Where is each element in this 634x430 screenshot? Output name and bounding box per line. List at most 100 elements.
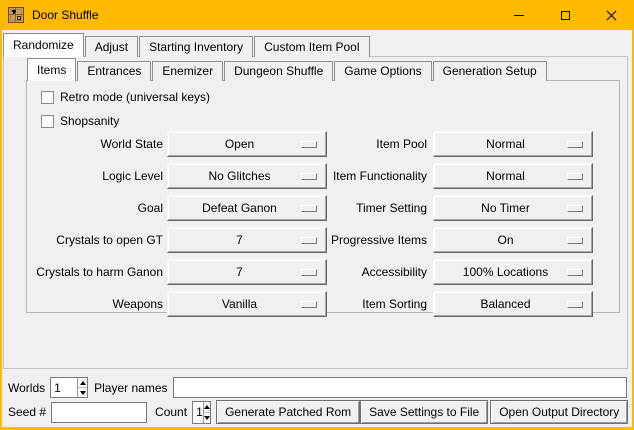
seed-row: Seed # Count Generate Patched Rom Save S…: [8, 400, 627, 424]
tab-starting-inventory[interactable]: Starting Inventory: [139, 36, 253, 57]
accessibility-label: Accessibility: [319, 265, 427, 279]
progressive-items-value: On: [434, 233, 567, 247]
dropdown-indicator-icon: [567, 141, 583, 148]
down-arrow-icon[interactable]: [204, 413, 210, 423]
seed-input[interactable]: [51, 402, 147, 423]
save-settings-button[interactable]: Save Settings to File: [360, 400, 488, 424]
tab-randomize[interactable]: Randomize: [3, 33, 84, 57]
retro-mode-label: Retro mode (universal keys): [60, 90, 210, 104]
up-arrow-icon[interactable]: [78, 378, 87, 388]
dropdown-indicator-icon: [301, 205, 317, 212]
world-state-label: World State: [31, 137, 163, 151]
app-icon: [8, 7, 24, 23]
world-state-row: World State Open: [31, 131, 327, 157]
up-arrow-icon[interactable]: [204, 402, 210, 413]
window-controls: [496, 0, 634, 30]
logic-level-dropdown[interactable]: No Glitches: [167, 163, 327, 189]
subtab-enemizer[interactable]: Enemizer: [152, 61, 223, 81]
item-pool-dropdown[interactable]: Normal: [433, 131, 593, 157]
progressive-items-label: Progressive Items: [319, 233, 427, 247]
subtab-generation-setup[interactable]: Generation Setup: [433, 61, 547, 81]
item-sorting-dropdown[interactable]: Balanced: [433, 291, 593, 317]
item-functionality-dropdown[interactable]: Normal: [433, 163, 593, 189]
goal-label: Goal: [31, 201, 163, 215]
subtab-items[interactable]: Items: [27, 58, 76, 81]
dropdown-indicator-icon: [567, 173, 583, 180]
tab-adjust[interactable]: Adjust: [85, 36, 138, 57]
item-pool-label: Item Pool: [319, 137, 427, 151]
accessibility-value: 100% Locations: [434, 265, 567, 279]
main-tab-bar: Randomize Adjust Starting Inventory Cust…: [3, 33, 371, 57]
crystals-ganon-value: 7: [168, 265, 301, 279]
worlds-label: Worlds: [8, 381, 45, 395]
close-icon: [605, 9, 618, 22]
item-sorting-label: Item Sorting: [319, 297, 427, 311]
accessibility-dropdown[interactable]: 100% Locations: [433, 259, 593, 285]
crystals-gt-row: Crystals to open GT 7: [31, 227, 327, 253]
goal-dropdown[interactable]: Defeat Ganon: [167, 195, 327, 221]
weapons-row: Weapons Vanilla: [31, 291, 327, 317]
right-options-column: Item Pool Normal Item Functionality Norm…: [319, 131, 593, 323]
item-functionality-value: Normal: [434, 169, 567, 183]
minimize-icon: [514, 15, 524, 16]
item-sorting-row: Item Sorting Balanced: [319, 291, 593, 317]
dropdown-indicator-icon: [567, 269, 583, 276]
shopsanity-checkbox[interactable]: [41, 115, 54, 128]
crystals-gt-label: Crystals to open GT: [31, 233, 163, 247]
logic-level-value: No Glitches: [168, 169, 301, 183]
weapons-label: Weapons: [31, 297, 163, 311]
subtab-entrances[interactable]: Entrances: [77, 61, 151, 81]
retro-mode-checkbox[interactable]: [41, 91, 54, 104]
dropdown-indicator-icon: [301, 141, 317, 148]
tab-custom-item-pool[interactable]: Custom Item Pool: [254, 36, 369, 57]
window-title: Door Shuffle: [32, 8, 99, 22]
crystals-gt-dropdown[interactable]: 7: [167, 227, 327, 253]
player-names-label: Player names: [94, 381, 167, 395]
shopsanity-label: Shopsanity: [60, 114, 119, 128]
maximize-button[interactable]: [542, 0, 588, 30]
world-state-value: Open: [168, 137, 301, 151]
progressive-items-dropdown[interactable]: On: [433, 227, 593, 253]
title-bar[interactable]: Door Shuffle: [0, 0, 634, 30]
crystals-ganon-dropdown[interactable]: 7: [167, 259, 327, 285]
close-button[interactable]: [588, 0, 634, 30]
retro-mode-row: Retro mode (universal keys): [41, 89, 210, 105]
count-label: Count: [155, 405, 187, 419]
subtab-dungeon-shuffle[interactable]: Dungeon Shuffle: [224, 61, 333, 81]
count-spinner[interactable]: [192, 401, 211, 424]
items-tab-pane: Retro mode (universal keys) Shopsanity W…: [26, 80, 620, 313]
seed-label: Seed #: [8, 405, 46, 419]
dropdown-indicator-icon: [301, 173, 317, 180]
count-input[interactable]: [193, 402, 203, 423]
logic-level-row: Logic Level No Glitches: [31, 163, 327, 189]
minimize-button[interactable]: [496, 0, 542, 30]
weapons-dropdown[interactable]: Vanilla: [167, 291, 327, 317]
world-state-dropdown[interactable]: Open: [167, 131, 327, 157]
timer-setting-dropdown[interactable]: No Timer: [433, 195, 593, 221]
generate-patched-rom-button[interactable]: Generate Patched Rom: [216, 400, 360, 424]
player-names-input[interactable]: [173, 377, 628, 398]
sub-tab-bar: Items Entrances Enemizer Dungeon Shuffle…: [27, 58, 548, 81]
item-functionality-label: Item Functionality: [319, 169, 427, 183]
open-output-directory-button[interactable]: Open Output Directory: [490, 400, 628, 424]
timer-setting-label: Timer Setting: [319, 201, 427, 215]
timer-setting-row: Timer Setting No Timer: [319, 195, 593, 221]
crystals-ganon-row: Crystals to harm Ganon 7: [31, 259, 327, 285]
dropdown-indicator-icon: [567, 205, 583, 212]
subtab-game-options[interactable]: Game Options: [334, 61, 431, 81]
progressive-items-row: Progressive Items On: [319, 227, 593, 253]
accessibility-row: Accessibility 100% Locations: [319, 259, 593, 285]
door-shuffle-window: Door Shuffle Randomize Adjust Starting I…: [0, 0, 634, 430]
down-arrow-icon[interactable]: [78, 388, 87, 397]
item-sorting-value: Balanced: [434, 297, 567, 311]
crystals-gt-value: 7: [168, 233, 301, 247]
logic-level-label: Logic Level: [31, 169, 163, 183]
worlds-row: Worlds Player names: [8, 377, 627, 398]
item-pool-row: Item Pool Normal: [319, 131, 593, 157]
weapons-value: Vanilla: [168, 297, 301, 311]
maximize-icon: [561, 11, 570, 20]
worlds-input[interactable]: [51, 378, 77, 397]
worlds-spinner[interactable]: [50, 377, 88, 398]
worlds-spinner-arrows: [77, 378, 87, 397]
dropdown-indicator-icon: [567, 237, 583, 244]
